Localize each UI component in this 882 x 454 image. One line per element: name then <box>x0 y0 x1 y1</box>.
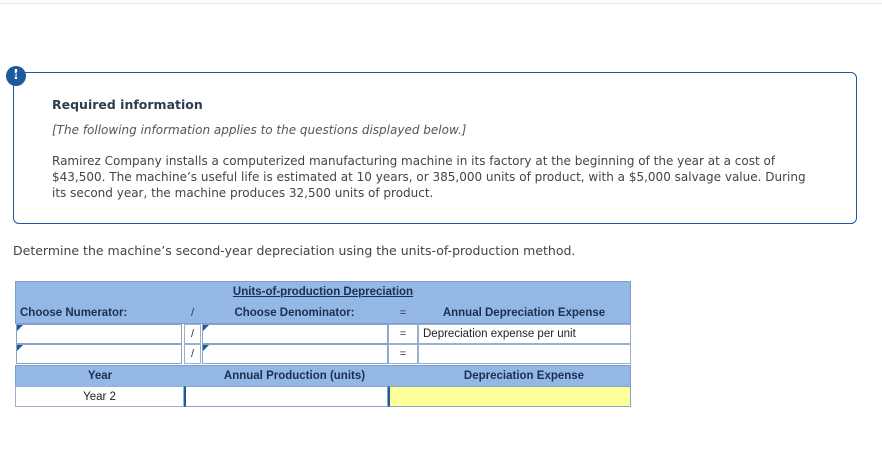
equals-symbol: = <box>388 324 418 344</box>
info-body: Ramirez Company installs a computerized … <box>52 154 806 200</box>
dropdown-marker-icon <box>17 345 23 351</box>
info-title: Required information <box>52 97 203 112</box>
denominator-header: Choose Denominator: <box>201 302 388 324</box>
question-text: Determine the machine’s second-year depr… <box>13 243 576 258</box>
year-value: Year 2 <box>15 386 184 407</box>
dropdown-marker-icon <box>203 325 209 331</box>
table-title: Units-of-production Depreciation <box>15 281 631 302</box>
numerator-header: Choose Numerator: <box>15 302 184 324</box>
header-spacer <box>388 365 418 386</box>
equals-symbol: = <box>388 344 418 364</box>
header-spacer <box>184 365 201 386</box>
equals-symbol: = <box>388 302 418 324</box>
divide-symbol: / <box>184 324 201 344</box>
result-label-1: Depreciation expense per unit <box>418 324 631 344</box>
production-header: Annual Production (units) <box>201 365 388 386</box>
depreciation-expense-input[interactable] <box>388 386 631 407</box>
dropdown-marker-icon <box>203 345 209 351</box>
required-information-panel: Required information [The following info… <box>13 72 857 224</box>
numerator-input-2[interactable] <box>16 344 182 364</box>
divide-symbol: / <box>184 302 201 324</box>
annual-production-input[interactable] <box>184 386 388 407</box>
denominator-input-1[interactable] <box>202 324 388 344</box>
result-header: Annual Depreciation Expense <box>418 302 631 324</box>
expense-header: Depreciation Expense <box>418 365 631 386</box>
units-of-production-table: Units-of-production Depreciation Choose … <box>15 281 631 407</box>
year-header: Year <box>15 365 184 386</box>
dropdown-marker-icon <box>17 325 23 331</box>
numerator-input-1[interactable] <box>16 324 182 344</box>
top-divider <box>0 3 882 4</box>
result-label-2 <box>418 344 631 364</box>
info-applies-note: [The following information applies to th… <box>52 123 467 137</box>
divide-symbol: / <box>184 344 201 364</box>
denominator-input-2[interactable] <box>202 344 388 364</box>
